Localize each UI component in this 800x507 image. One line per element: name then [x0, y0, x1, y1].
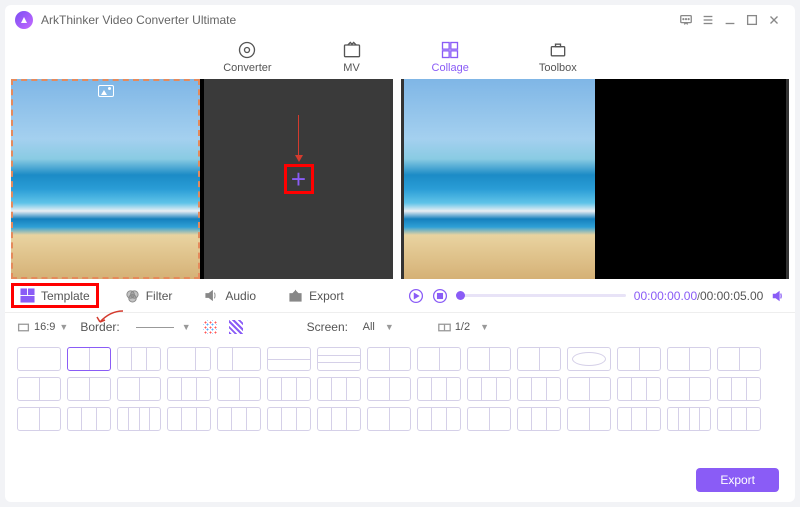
template-item[interactable] — [267, 377, 311, 401]
annotation-arrow — [295, 115, 303, 162]
template-item[interactable] — [717, 377, 761, 401]
template-item[interactable] — [317, 377, 361, 401]
collage-preview — [401, 79, 789, 279]
template-item[interactable] — [17, 347, 61, 371]
template-item[interactable] — [67, 347, 111, 371]
template-item[interactable] — [567, 407, 611, 431]
aspect-ratio-select[interactable]: 16:9▼ — [17, 321, 68, 334]
template-item[interactable] — [267, 347, 311, 371]
main-nav: Converter MV Collage Toolbox — [5, 35, 795, 79]
nav-converter[interactable]: Converter — [223, 40, 271, 74]
template-item[interactable] — [17, 377, 61, 401]
template-item[interactable] — [467, 377, 511, 401]
template-item[interactable] — [417, 377, 461, 401]
export-button[interactable]: Export — [696, 468, 779, 492]
play-icon[interactable] — [408, 288, 424, 304]
screen-select[interactable]: Screen: All▼ — [307, 320, 394, 334]
template-item[interactable] — [517, 377, 561, 401]
maximize-icon[interactable] — [741, 9, 763, 31]
template-item[interactable] — [667, 377, 711, 401]
template-item[interactable] — [117, 377, 161, 401]
footer: Export — [696, 468, 779, 492]
annotation-pointer — [95, 308, 125, 328]
preview-slot-1 — [404, 79, 595, 279]
template-item[interactable] — [267, 407, 311, 431]
tab-export[interactable]: Export — [288, 288, 344, 303]
time-display: 00:00:00.00/00:00:05.00 — [634, 289, 764, 303]
template-item[interactable] — [367, 377, 411, 401]
template-gallery — [5, 341, 795, 502]
nav-toolbox[interactable]: Toolbox — [539, 40, 577, 74]
minimize-icon[interactable] — [719, 9, 741, 31]
volume-icon[interactable] — [771, 288, 787, 304]
image-icon — [98, 85, 114, 97]
app-logo — [15, 11, 33, 29]
template-item[interactable] — [317, 407, 361, 431]
template-item[interactable] — [717, 347, 761, 371]
nav-collage[interactable]: Collage — [432, 40, 469, 74]
tab-label: Export — [309, 289, 344, 303]
split-select[interactable]: 1/2▼ — [438, 321, 489, 334]
template-item[interactable] — [567, 377, 611, 401]
tab-label: Filter — [146, 289, 173, 303]
tab-filter[interactable]: Filter — [125, 288, 173, 303]
titlebar: ArkThinker Video Converter Ultimate — [5, 5, 795, 35]
border-style-select[interactable]: ▼ — [132, 322, 191, 332]
template-item[interactable] — [67, 377, 111, 401]
template-item[interactable] — [367, 347, 411, 371]
stop-icon[interactable] — [432, 288, 448, 304]
template-item[interactable] — [517, 347, 561, 371]
nav-label: Converter — [223, 62, 271, 74]
template-item[interactable] — [117, 407, 161, 431]
template-item[interactable] — [217, 407, 261, 431]
template-item[interactable] — [417, 407, 461, 431]
template-item[interactable] — [567, 347, 611, 371]
template-item[interactable] — [617, 407, 661, 431]
border-pattern-hatch[interactable] — [229, 320, 243, 334]
template-item[interactable] — [17, 407, 61, 431]
player-controls: 00:00:00.00/00:00:05.00 — [408, 288, 788, 304]
template-item[interactable] — [467, 347, 511, 371]
template-item[interactable] — [517, 407, 561, 431]
template-item[interactable] — [167, 347, 211, 371]
progress-bar[interactable] — [456, 294, 626, 297]
feedback-icon[interactable] — [675, 9, 697, 31]
add-media-button[interactable]: + — [284, 164, 314, 194]
tab-label: Template — [41, 289, 90, 303]
template-item[interactable] — [117, 347, 161, 371]
template-item[interactable] — [467, 407, 511, 431]
preview-slot-2 — [595, 79, 786, 279]
template-item[interactable] — [167, 407, 211, 431]
tab-audio[interactable]: Audio — [204, 288, 256, 303]
nav-label: Collage — [432, 62, 469, 74]
template-item[interactable] — [717, 407, 761, 431]
template-item[interactable] — [667, 407, 711, 431]
tab-template[interactable]: Template — [11, 283, 99, 308]
collage-slot-2[interactable]: + — [204, 79, 393, 279]
template-item[interactable] — [67, 407, 111, 431]
nav-label: MV — [343, 62, 360, 74]
app-title: ArkThinker Video Converter Ultimate — [41, 13, 236, 27]
collage-slot-1[interactable] — [11, 79, 200, 279]
template-item[interactable] — [617, 377, 661, 401]
template-item[interactable] — [217, 377, 261, 401]
template-item[interactable] — [417, 347, 461, 371]
nav-mv[interactable]: MV — [342, 40, 362, 74]
template-item[interactable] — [367, 407, 411, 431]
template-item[interactable] — [317, 347, 361, 371]
close-icon[interactable] — [763, 9, 785, 31]
nav-label: Toolbox — [539, 62, 577, 74]
template-item[interactable] — [667, 347, 711, 371]
template-item[interactable] — [217, 347, 261, 371]
collage-stage: + — [5, 79, 795, 279]
template-item[interactable] — [167, 377, 211, 401]
collage-editor: + — [11, 79, 393, 279]
tab-label: Audio — [225, 289, 256, 303]
menu-icon[interactable] — [697, 9, 719, 31]
template-item[interactable] — [617, 347, 661, 371]
border-color-dots[interactable] — [203, 320, 217, 334]
